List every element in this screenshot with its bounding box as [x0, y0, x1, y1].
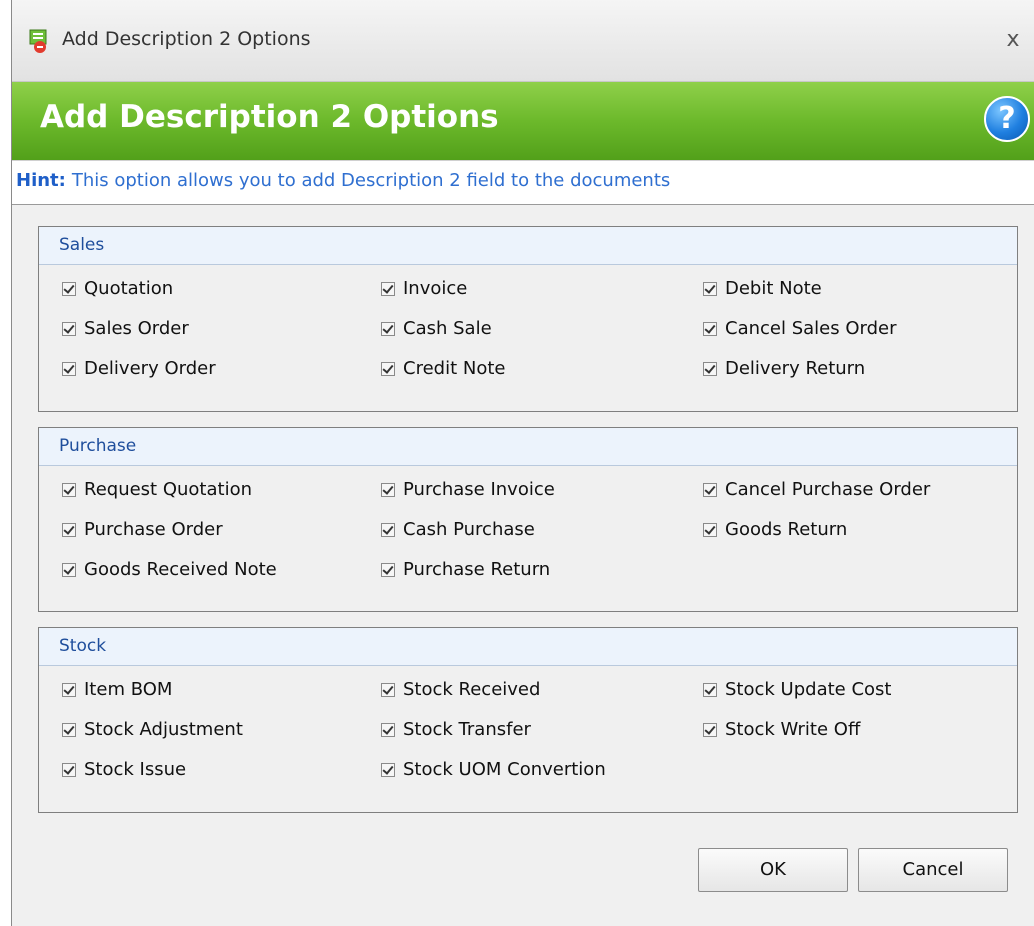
checkbox-goods-received-note[interactable]: Goods Received Note: [62, 559, 277, 580]
checkbox-label: Delivery Return: [725, 358, 866, 379]
checkbox-label: Stock Issue: [84, 759, 187, 780]
checkbox-label: Debit Note: [725, 278, 822, 299]
checkbox-cash-sale[interactable]: Cash Sale: [381, 318, 492, 339]
title-bar[interactable]: Add Description 2 Options x: [12, 0, 1034, 82]
group-sales: Sales Quotation Sales Order Delivery Ord…: [38, 226, 1018, 412]
checkbox-stock-update-cost[interactable]: Stock Update Cost: [703, 679, 891, 700]
checkbox-delivery-order[interactable]: Delivery Order: [62, 358, 216, 379]
checkbox-checked-icon[interactable]: [381, 281, 395, 296]
dialog-window: Add Description 2 Options x Add Descript…: [11, 0, 1034, 926]
checkbox-debit-note[interactable]: Debit Note: [703, 278, 822, 299]
checkbox-checked-icon[interactable]: [62, 562, 76, 577]
checkbox-checked-icon[interactable]: [62, 281, 76, 296]
checkbox-checked-icon[interactable]: [703, 361, 717, 376]
group-title: Sales: [39, 227, 1017, 265]
checkbox-stock-write-off[interactable]: Stock Write Off: [703, 719, 860, 740]
hint-text: This option allows you to add Descriptio…: [71, 170, 671, 191]
checkbox-label: Item BOM: [84, 679, 173, 700]
checkbox-request-quotation[interactable]: Request Quotation: [62, 479, 252, 500]
group-title: Stock: [39, 628, 1017, 666]
checkbox-checked-icon[interactable]: [381, 522, 395, 537]
checkbox-label: Request Quotation: [84, 479, 252, 500]
group-purchase: Purchase Request Quotation Purchase Orde…: [38, 427, 1018, 612]
checkbox-checked-icon[interactable]: [62, 762, 76, 777]
group-stock: Stock Item BOM Stock Adjustment Stock Is…: [38, 627, 1018, 813]
checkbox-checked-icon[interactable]: [703, 722, 717, 737]
checkbox-label: Goods Return: [725, 519, 848, 540]
close-button[interactable]: x: [1000, 26, 1026, 54]
checkbox-purchase-return[interactable]: Purchase Return: [381, 559, 550, 580]
checkbox-label: Stock UOM Convertion: [403, 759, 606, 780]
checkbox-label: Goods Received Note: [84, 559, 277, 580]
checkbox-checked-icon[interactable]: [703, 321, 717, 336]
checkbox-label: Stock Transfer: [403, 719, 531, 740]
checkbox-label: Quotation: [84, 278, 174, 299]
checkbox-checked-icon[interactable]: [381, 722, 395, 737]
checkbox-checked-icon[interactable]: [62, 522, 76, 537]
help-icon[interactable]: ?: [984, 96, 1030, 142]
group-title: Purchase: [39, 428, 1017, 466]
checkbox-goods-return[interactable]: Goods Return: [703, 519, 847, 540]
hint-bar: Hint: This option allows you to add Descr…: [12, 160, 1034, 205]
window-title: Add Description 2 Options: [62, 28, 311, 50]
checkbox-sales-order[interactable]: Sales Order: [62, 318, 189, 339]
checkbox-delivery-return[interactable]: Delivery Return: [703, 358, 865, 379]
checkbox-label: Stock Update Cost: [725, 679, 892, 700]
checkbox-checked-icon[interactable]: [703, 682, 717, 697]
checkbox-label: Purchase Return: [403, 559, 551, 580]
checkbox-quotation[interactable]: Quotation: [62, 278, 173, 299]
checkbox-cancel-purchase-order[interactable]: Cancel Purchase Order: [703, 479, 930, 500]
checkbox-checked-icon[interactable]: [381, 762, 395, 777]
checkbox-label: Stock Received: [403, 679, 541, 700]
checkbox-label: Credit Note: [403, 358, 506, 379]
checkbox-checked-icon[interactable]: [703, 281, 717, 296]
checkbox-checked-icon[interactable]: [62, 482, 76, 497]
checkbox-checked-icon[interactable]: [381, 321, 395, 336]
checkbox-label: Cancel Sales Order: [725, 318, 897, 339]
checkbox-checked-icon[interactable]: [703, 482, 717, 497]
ok-button[interactable]: OK: [698, 848, 848, 892]
checkbox-cancel-sales-order[interactable]: Cancel Sales Order: [703, 318, 896, 339]
checkbox-cash-purchase[interactable]: Cash Purchase: [381, 519, 535, 540]
checkbox-checked-icon[interactable]: [62, 361, 76, 376]
checkbox-purchase-order[interactable]: Purchase Order: [62, 519, 223, 540]
checkbox-label: Cancel Purchase Order: [725, 479, 931, 500]
checkbox-stock-uom-convertion[interactable]: Stock UOM Convertion: [381, 759, 606, 780]
hint-label: Hint:: [16, 170, 66, 191]
checkbox-purchase-invoice[interactable]: Purchase Invoice: [381, 479, 555, 500]
header-banner: Add Description 2 Options ?: [12, 82, 1034, 160]
checkbox-checked-icon[interactable]: [381, 562, 395, 577]
checkbox-checked-icon[interactable]: [381, 361, 395, 376]
checkbox-label: Sales Order: [84, 318, 189, 339]
checkbox-label: Delivery Order: [84, 358, 216, 379]
checkbox-label: Cash Sale: [403, 318, 492, 339]
checkbox-label: Purchase Invoice: [403, 479, 555, 500]
checkbox-checked-icon[interactable]: [381, 682, 395, 697]
checkbox-checked-icon[interactable]: [62, 722, 76, 737]
checkbox-label: Stock Write Off: [725, 719, 861, 740]
checkbox-label: Cash Purchase: [403, 519, 535, 540]
checkbox-stock-adjustment[interactable]: Stock Adjustment: [62, 719, 243, 740]
checkbox-label: Stock Adjustment: [84, 719, 243, 740]
checkbox-label: Purchase Order: [84, 519, 223, 540]
checkbox-credit-note[interactable]: Credit Note: [381, 358, 505, 379]
checkbox-checked-icon[interactable]: [381, 482, 395, 497]
checkbox-stock-issue[interactable]: Stock Issue: [62, 759, 186, 780]
cancel-button[interactable]: Cancel: [858, 848, 1008, 892]
checkbox-checked-icon[interactable]: [703, 522, 717, 537]
checkbox-checked-icon[interactable]: [62, 321, 76, 336]
checkbox-stock-received[interactable]: Stock Received: [381, 679, 540, 700]
checkbox-item-bom[interactable]: Item BOM: [62, 679, 172, 700]
app-icon: [29, 29, 47, 53]
checkbox-invoice[interactable]: Invoice: [381, 278, 467, 299]
checkbox-stock-transfer[interactable]: Stock Transfer: [381, 719, 531, 740]
checkbox-checked-icon[interactable]: [62, 682, 76, 697]
checkbox-label: Invoice: [403, 278, 468, 299]
banner-title: Add Description 2 Options: [40, 99, 499, 135]
